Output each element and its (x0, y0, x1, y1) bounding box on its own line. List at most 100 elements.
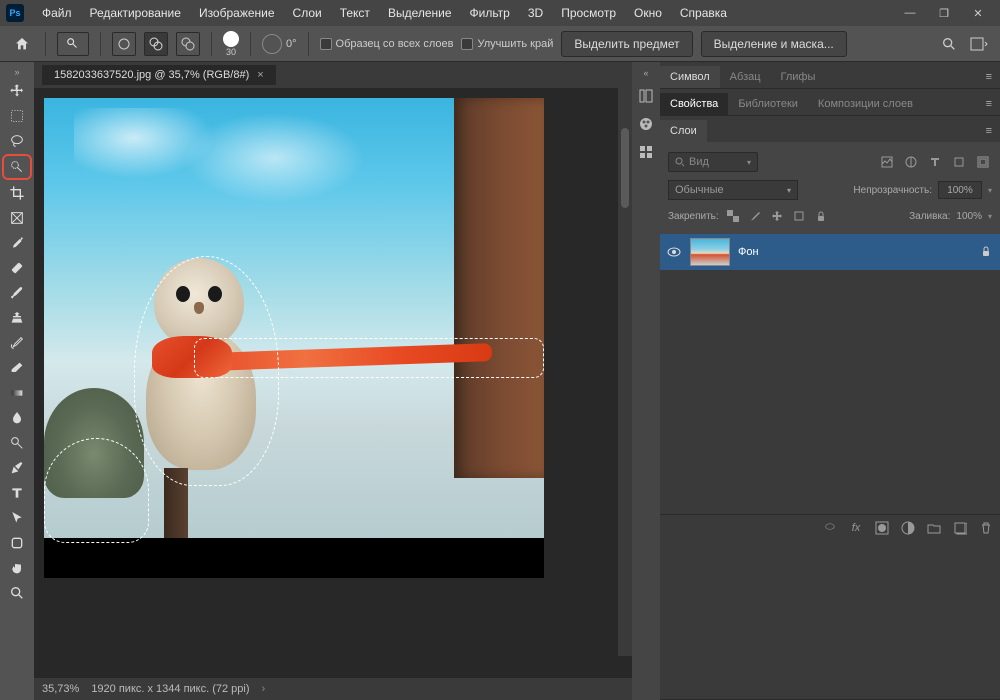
brush-size-picker[interactable]: 30 (223, 31, 239, 57)
tab-properties[interactable]: Свойства (660, 93, 728, 115)
brush-angle[interactable]: 0° (262, 34, 297, 54)
move-tool[interactable] (3, 79, 31, 103)
select-and-mask-button[interactable]: Выделение и маска... (701, 31, 847, 57)
eyedropper-tool[interactable] (3, 231, 31, 255)
path-selection-tool[interactable] (3, 506, 31, 530)
filter-pixel-icon[interactable] (878, 153, 896, 171)
menu-text[interactable]: Текст (332, 2, 378, 24)
window-close[interactable]: ✕ (962, 3, 994, 23)
right-panels: Символ Абзац Глифы ≡ Свойства Библиотеки… (660, 62, 1000, 700)
dock-icon-1[interactable] (636, 86, 656, 106)
healing-tool[interactable] (3, 256, 31, 280)
color-panel-icon[interactable] (636, 114, 656, 134)
menu-view[interactable]: Просмотр (553, 2, 624, 24)
type-tool[interactable] (3, 481, 31, 505)
tab-character[interactable]: Символ (660, 66, 720, 88)
workspace-switcher[interactable] (968, 33, 990, 55)
opacity-value[interactable]: 100% (938, 181, 982, 199)
pen-tool[interactable] (3, 456, 31, 480)
dodge-tool[interactable] (3, 431, 31, 455)
lock-position-icon[interactable] (769, 208, 785, 224)
subtract-selection-mode[interactable] (176, 32, 200, 56)
clone-stamp-tool[interactable] (3, 306, 31, 330)
menu-window[interactable]: Окно (626, 2, 670, 24)
new-layer-icon[interactable] (952, 520, 968, 536)
filter-shape-icon[interactable] (950, 153, 968, 171)
marquee-tool[interactable] (3, 104, 31, 128)
layer-thumbnail[interactable] (690, 238, 730, 266)
canvas[interactable] (44, 98, 544, 578)
history-brush-tool[interactable] (3, 331, 31, 355)
brush-tool[interactable] (3, 281, 31, 305)
adjustment-layer-icon[interactable] (900, 520, 916, 536)
layer-fx-icon[interactable]: fx (848, 520, 864, 536)
link-layers-icon[interactable]: ⬭ (822, 520, 838, 536)
home-button[interactable] (10, 32, 34, 56)
tool-preset-picker[interactable] (57, 32, 89, 56)
rectangle-tool[interactable] (3, 531, 31, 555)
vertical-scrollbar[interactable] (618, 88, 632, 656)
add-selection-mode[interactable] (144, 32, 168, 56)
quick-selection-tool[interactable] (2, 154, 32, 180)
options-bar: 30 0° Образец со всех слоев Улучшить кра… (0, 26, 1000, 62)
layer-filter-kind[interactable]: Вид ▾ (668, 152, 758, 172)
blur-tool[interactable] (3, 406, 31, 430)
document-tab[interactable]: 1582033637520.jpg @ 35,7% (RGB/8#) × (42, 65, 276, 85)
menu-image[interactable]: Изображение (191, 2, 283, 24)
layer-name[interactable]: Фон (738, 246, 972, 258)
tab-libraries[interactable]: Библиотеки (728, 93, 808, 115)
lock-artboard-icon[interactable] (791, 208, 807, 224)
layer-lock-icon[interactable] (980, 245, 994, 259)
menu-edit[interactable]: Редактирование (82, 2, 189, 24)
layer-row[interactable]: Фон (660, 234, 1000, 270)
window-restore[interactable]: ❐ (928, 3, 960, 23)
panel-menu-icon[interactable]: ≡ (978, 93, 1000, 115)
checkbox-icon (461, 38, 473, 50)
menu-select[interactable]: Выделение (380, 2, 460, 24)
filter-adjustment-icon[interactable] (902, 153, 920, 171)
opacity-label: Непрозрачность: (853, 185, 932, 196)
fill-value[interactable]: 100% (956, 211, 982, 222)
gradient-tool[interactable] (3, 381, 31, 405)
blend-mode-select[interactable]: Обычные ▾ (668, 180, 798, 200)
menu-file[interactable]: Файл (34, 2, 80, 24)
panel-menu-icon[interactable]: ≡ (978, 120, 1000, 142)
zoom-tool[interactable] (3, 581, 31, 605)
lasso-tool[interactable] (3, 129, 31, 153)
window-minimize[interactable]: — (894, 3, 926, 23)
lock-pixels-icon[interactable] (747, 208, 763, 224)
lock-transparency-icon[interactable] (725, 208, 741, 224)
new-group-icon[interactable] (926, 520, 942, 536)
tab-layer-comps[interactable]: Композиции слоев (808, 93, 923, 115)
tools-expand-icon[interactable]: » (2, 66, 32, 78)
enhance-edge-checkbox[interactable]: Улучшить край (461, 38, 553, 50)
sample-all-layers-checkbox[interactable]: Образец со всех слоев (320, 38, 454, 50)
new-selection-mode[interactable] (112, 32, 136, 56)
select-subject-button[interactable]: Выделить предмет (561, 31, 692, 57)
menu-3d[interactable]: 3D (520, 2, 551, 24)
add-mask-icon[interactable] (874, 520, 890, 536)
frame-tool[interactable] (3, 206, 31, 230)
eraser-tool[interactable] (3, 356, 31, 380)
hand-tool[interactable] (3, 556, 31, 580)
document-dimensions[interactable]: 1920 пикс. x 1344 пикс. (72 ppi) (91, 683, 249, 695)
panel-menu-icon[interactable]: ≡ (978, 66, 1000, 88)
lock-all-icon[interactable] (813, 208, 829, 224)
filter-smart-icon[interactable] (974, 153, 992, 171)
tab-layers[interactable]: Слои (660, 120, 707, 142)
tab-close-icon[interactable]: × (257, 69, 263, 81)
menu-layers[interactable]: Слои (285, 2, 330, 24)
crop-tool[interactable] (3, 181, 31, 205)
zoom-level[interactable]: 35,73% (42, 683, 79, 695)
swatches-panel-icon[interactable] (636, 142, 656, 162)
dock-expand-icon[interactable]: « (643, 68, 648, 78)
tab-paragraph[interactable]: Абзац (720, 66, 771, 88)
menu-filter[interactable]: Фильтр (462, 2, 518, 24)
search-icon[interactable] (938, 33, 960, 55)
status-chevron-icon[interactable]: › (262, 683, 266, 695)
filter-type-icon[interactable] (926, 153, 944, 171)
layer-visibility-icon[interactable] (666, 244, 682, 260)
menu-help[interactable]: Справка (672, 2, 735, 24)
tab-glyphs[interactable]: Глифы (771, 66, 826, 88)
delete-layer-icon[interactable] (978, 520, 994, 536)
